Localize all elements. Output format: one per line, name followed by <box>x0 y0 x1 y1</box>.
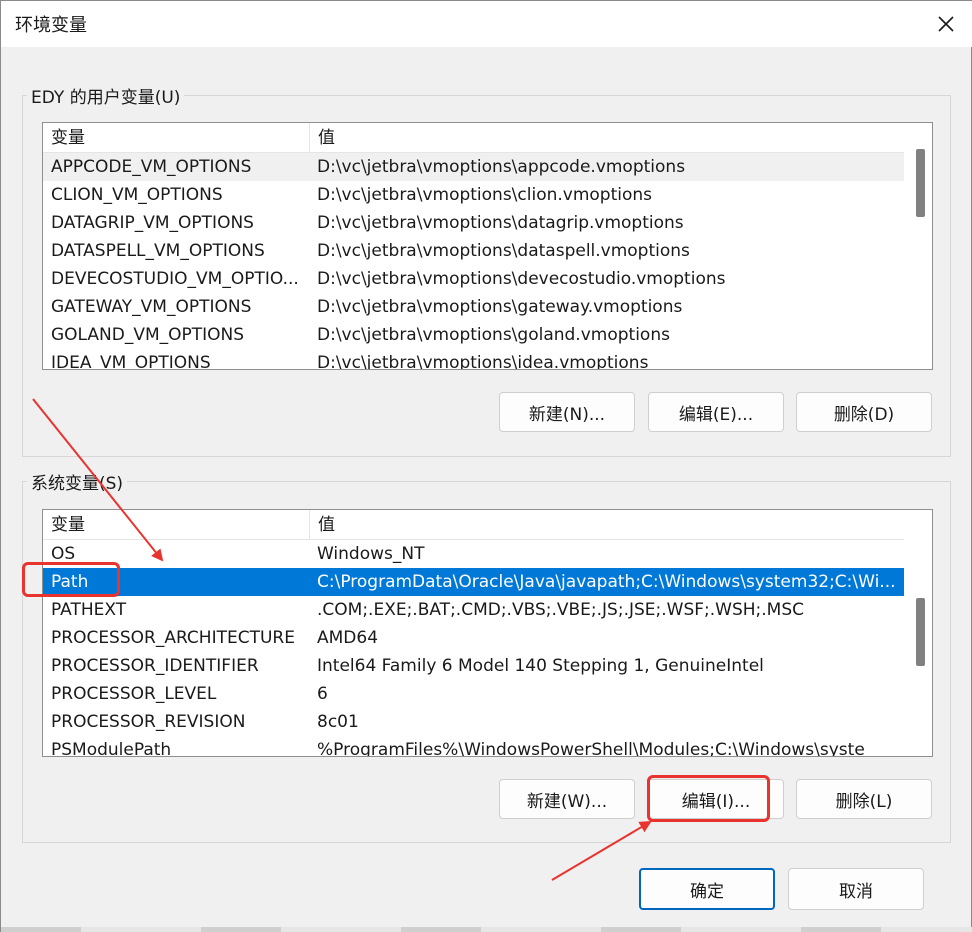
table-row[interactable]: DATASPELL_VM_OPTIONS D:\vc\jetbra\vmoptio… <box>43 237 904 265</box>
table-row[interactable]: CLION_VM_OPTIONS D:\vc\jetbra\vmoptions\c… <box>43 181 904 209</box>
table-row[interactable]: PROCESSOR_ARCHITECTURE AMD64 <box>43 624 904 652</box>
table-row[interactable]: GOLAND_VM_OPTIONS D:\vc\jetbra\vmoptions\… <box>43 321 904 349</box>
table-row[interactable]: DATAGRIP_VM_OPTIONS D:\vc\jetbra\vmoption… <box>43 209 904 237</box>
variable-name-cell: PROCESSOR_IDENTIFIER <box>51 656 259 676</box>
list-header: 变量 值 <box>43 123 904 153</box>
variable-name-cell: PROCESSOR_LEVEL <box>51 684 217 704</box>
variable-value-cell: C:\ProgramData\Oracle\Java\javapath;C:\W… <box>317 572 896 592</box>
variable-name-cell: PATHEXT <box>51 600 127 620</box>
variable-value-cell: .COM;.EXE;.BAT;.CMD;.VBS;.VBE;.JS;.JSE;.… <box>317 600 805 620</box>
variable-name-cell: PSModulePath <box>51 740 172 757</box>
table-row[interactable]: IDEA_VM_OPTIONS D:\vc\jetbra\vmoptions\id… <box>43 349 904 370</box>
system-variables-rows: OS Windows_NT Path C:\ProgramData\Oracle\Ja… <box>43 540 904 757</box>
user-edit-button[interactable]: 编辑(E)... <box>648 392 784 432</box>
variable-value-cell: Windows_NT <box>317 544 425 564</box>
column-header-value[interactable]: 值 <box>310 123 904 153</box>
system-new-button[interactable]: 新建(W)... <box>499 779 635 819</box>
system-delete-button[interactable]: 删除(L) <box>796 779 932 819</box>
close-button[interactable] <box>923 5 969 43</box>
list-header: 变量 值 <box>43 510 904 540</box>
variable-name-cell: GATEWAY_VM_OPTIONS <box>51 297 252 317</box>
ok-button[interactable]: 确定 <box>639 868 775 910</box>
column-header-variable[interactable]: 变量 <box>43 510 310 540</box>
user-variables-label: EDY 的用户变量(U) <box>27 83 185 108</box>
variable-name-cell: GOLAND_VM_OPTIONS <box>51 325 245 345</box>
scrollbar-thumb[interactable] <box>916 598 925 666</box>
environment-variables-dialog: 环境变量 EDY 的用户变量(U) 变量 值 APPCODE_VM_OPTION… <box>0 0 972 932</box>
user-variables-list[interactable]: 变量 值 APPCODE_VM_OPTIONS D:\vc\jetbra\vmop… <box>42 122 933 370</box>
table-row[interactable]: PROCESSOR_LEVEL 6 <box>43 680 904 708</box>
user-variables-rows: APPCODE_VM_OPTIONS D:\vc\jetbra\vmoptions… <box>43 153 904 370</box>
variable-value-cell: 8c01 <box>317 712 359 732</box>
variable-name-cell: IDEA_VM_OPTIONS <box>51 353 211 370</box>
variable-value-cell: D:\vc\jetbra\vmoptions\appcode.vmoptions <box>317 157 686 177</box>
table-row[interactable]: OS Windows_NT <box>43 540 904 568</box>
scrollbar-thumb[interactable] <box>916 149 925 217</box>
table-row[interactable]: PSModulePath %ProgramFiles%\WindowsPowerS… <box>43 736 904 757</box>
variable-value-cell: 6 <box>317 684 328 704</box>
variable-name-cell: APPCODE_VM_OPTIONS <box>51 157 252 177</box>
close-icon <box>938 16 954 32</box>
variable-value-cell: D:\vc\jetbra\vmoptions\goland.vmoptions <box>317 325 670 345</box>
variable-value-cell: Intel64 Family 6 Model 140 Stepping 1, G… <box>317 656 764 676</box>
title-bar: 环境变量 <box>1 1 972 47</box>
user-delete-button[interactable]: 删除(D) <box>796 392 932 432</box>
variable-value-cell: D:\vc\jetbra\vmoptions\datagrip.vmoption… <box>317 213 684 233</box>
variable-name-cell: PROCESSOR_ARCHITECTURE <box>51 628 295 648</box>
table-row[interactable]: APPCODE_VM_OPTIONS D:\vc\jetbra\vmoptions… <box>43 153 904 181</box>
user-new-button[interactable]: 新建(N)... <box>499 392 635 432</box>
variable-name-cell: OS <box>51 544 76 564</box>
variable-name-cell: Path <box>51 572 89 592</box>
variable-name-cell: PROCESSOR_REVISION <box>51 712 246 732</box>
system-variables-label: 系统变量(S) <box>27 469 128 494</box>
background-window-strip-bottom <box>1 927 972 932</box>
variable-value-cell: D:\vc\jetbra\vmoptions\gateway.vmoptions <box>317 297 683 317</box>
system-variables-list[interactable]: 变量 值 OS Windows_NT Path C:\ProgramData\Orac… <box>42 509 933 757</box>
variable-value-cell: D:\vc\jetbra\vmoptions\idea.vmoptions <box>317 353 649 370</box>
variable-value-cell: D:\vc\jetbra\vmoptions\dataspell.vmoptio… <box>317 241 690 261</box>
system-edit-button[interactable]: 编辑(I)... <box>648 779 784 819</box>
table-row[interactable]: PROCESSOR_IDENTIFIER Intel64 Family 6 Mod… <box>43 652 904 680</box>
variable-value-cell: D:\vc\jetbra\vmoptions\clion.vmoptions <box>317 185 653 205</box>
variable-name-cell: DATASPELL_VM_OPTIONS <box>51 241 265 261</box>
variable-name-cell: DEVECOSTUDIO_VM_OPTIO... <box>51 269 299 289</box>
variable-name-cell: CLION_VM_OPTIONS <box>51 185 223 205</box>
variable-value-cell: %ProgramFiles%\WindowsPowerShell\Modules… <box>317 740 865 757</box>
table-row[interactable]: DEVECOSTUDIO_VM_OPTIO... D:\vc\jetbra\vmo… <box>43 265 904 293</box>
table-row[interactable]: PATHEXT .COM;.EXE;.BAT;.CMD;.VBS;.VBE;.JS… <box>43 596 904 624</box>
column-header-value[interactable]: 值 <box>310 510 904 540</box>
user-list-scrollbar[interactable] <box>906 123 932 369</box>
system-list-scrollbar[interactable] <box>906 510 932 756</box>
variable-value-cell: AMD64 <box>317 628 379 648</box>
cancel-button[interactable]: 取消 <box>788 868 924 910</box>
dialog-title: 环境变量 <box>15 15 87 36</box>
table-row[interactable]: PROCESSOR_REVISION 8c01 <box>43 708 904 736</box>
table-row[interactable]: Path C:\ProgramData\Oracle\Java\javapath;… <box>43 568 904 596</box>
column-header-variable[interactable]: 变量 <box>43 123 310 153</box>
variable-name-cell: DATAGRIP_VM_OPTIONS <box>51 213 254 233</box>
table-row[interactable]: GATEWAY_VM_OPTIONS D:\vc\jetbra\vmoptions… <box>43 293 904 321</box>
variable-value-cell: D:\vc\jetbra\vmoptions\devecostudio.vmop… <box>317 269 726 289</box>
